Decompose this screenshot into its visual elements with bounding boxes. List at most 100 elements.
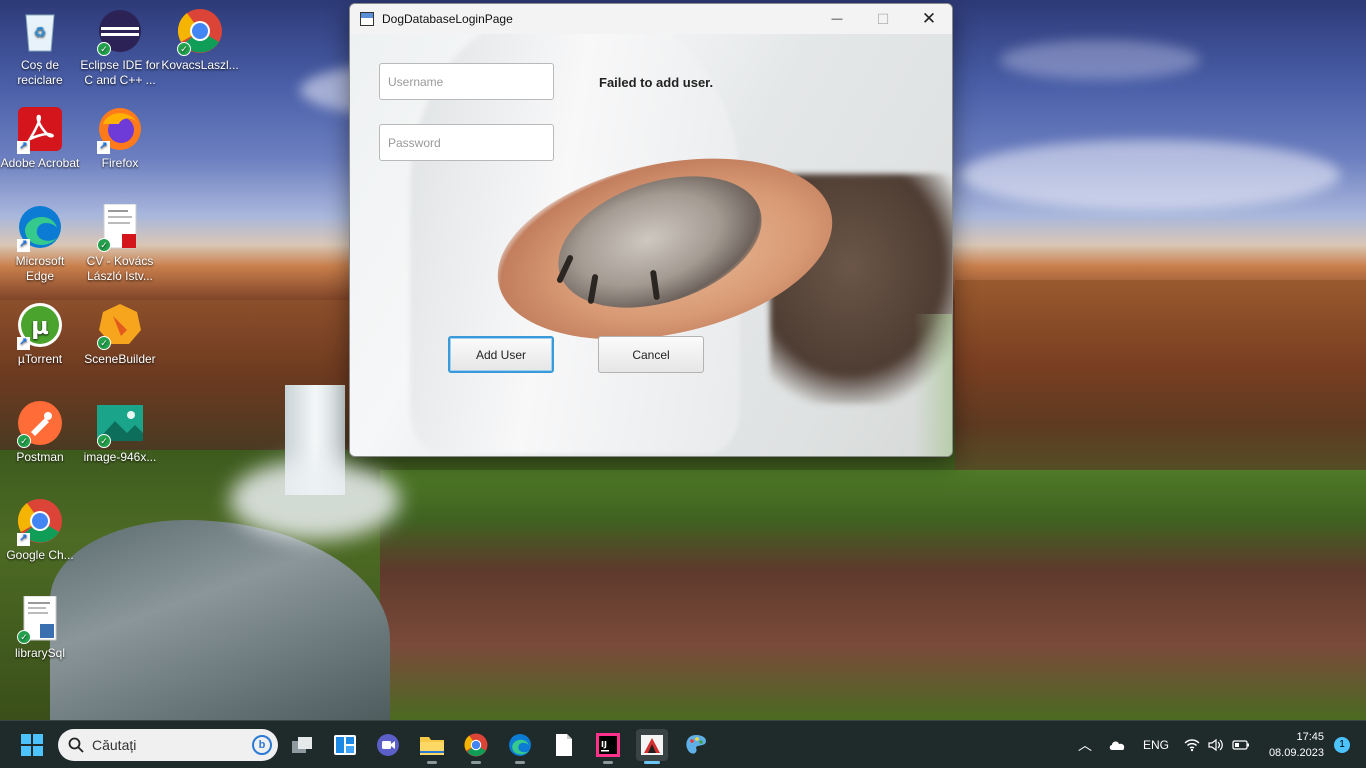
notification-badge[interactable]: 1 [1334,737,1350,753]
maximize-button[interactable]: ☐ [860,4,906,34]
shortcut-arrow-icon: ↗ [17,533,30,546]
taskbar-clock[interactable]: 17:45 08.09.2023 [1269,729,1324,761]
desktop-icon-postman[interactable]: ✓ Postman [0,400,80,465]
desktop-icon-label: Adobe Acrobat [0,156,80,170]
chrome-icon: ✓ [177,8,223,56]
svg-text:µ: µ [31,312,49,340]
desktop-icon-utorrent[interactable]: µ ↗ µTorrent [0,302,80,367]
shortcut-arrow-icon: ↗ [17,239,30,252]
taskbar-java-app[interactable] [636,729,668,764]
tray-battery[interactable] [1232,721,1250,768]
sql-file-icon: ✓ [17,596,63,644]
background-photo-edge [914,314,952,456]
desktop-icon-firefox[interactable]: ↗ Firefox [80,106,160,171]
close-icon: ✕ [921,9,937,28]
password-field[interactable] [379,124,554,161]
app-window: DogDatabaseLoginPage — ☐ ✕ Failed to add… [349,3,953,457]
desktop-icon-cv-pdf[interactable]: ✓ CV - Kovács László Istv... [80,204,160,284]
taskbar-widgets[interactable] [329,729,361,761]
eclipse-icon: ✓ [97,8,143,56]
clock-time: 17:45 [1296,731,1324,743]
tray-overflow-button[interactable]: ︿ [1078,721,1092,768]
sync-check-icon: ✓ [97,42,111,56]
taskbar-chrome[interactable] [460,729,492,764]
taskbar-intellij[interactable]: IJ [592,729,624,764]
desktop-icon-label: librarySql [14,646,65,660]
notepad-icon [556,734,572,756]
file-explorer-icon [420,737,444,755]
shortcut-arrow-icon: ↗ [17,141,30,154]
desktop-icon-label: µTorrent [17,352,63,366]
start-button[interactable] [16,729,48,761]
desktop-icon-eclipse[interactable]: ✓ Eclipse IDE for C and C++ ... [80,8,160,88]
widgets-icon [334,735,356,755]
desktop-icon-recycle-bin[interactable]: ♻ Coș de reciclare [0,8,80,88]
username-field[interactable] [379,63,554,100]
sync-check-icon: ✓ [17,434,31,448]
svg-text:IJ: IJ [601,740,607,749]
desktop-icon-scenebuilder[interactable]: ✓ SceneBuilder [80,302,160,367]
add-user-button[interactable]: Add User [448,336,554,373]
tray-network[interactable] [1184,721,1200,768]
teams-meet-icon [377,734,399,756]
svg-text:♻: ♻ [34,24,47,40]
onedrive-cloud-icon [1109,741,1125,750]
recycle-bin-icon: ♻ [17,8,63,54]
taskbar-notepad[interactable] [548,729,580,761]
taskbar-paint[interactable] [680,729,712,761]
minimize-icon: — [831,13,843,25]
desktop-icon-label: Coș de reciclare [17,58,63,87]
firefox-icon: ↗ [97,106,143,154]
pdf-document-icon: ✓ [97,204,143,252]
desktop-icon-acrobat[interactable]: ↗ Adobe Acrobat [0,106,80,171]
desktop-icon-google-chrome[interactable]: ↗ Google Ch... [0,498,80,563]
postman-icon: ✓ [17,400,63,448]
taskbar-teams-meet[interactable] [372,729,404,761]
taskbar-task-view[interactable] [286,729,318,761]
search-placeholder: Căutați [92,737,137,753]
intellij-icon: IJ [596,733,620,757]
sync-check-icon: ✓ [97,238,111,252]
taskbar-edge[interactable] [504,729,536,764]
sync-check-icon: ✓ [97,434,111,448]
desktop-icon-image-file[interactable]: ✓ image-946x... [80,400,160,465]
sync-check-icon: ✓ [97,336,111,350]
desktop-icon-label: SceneBuilder [84,352,156,366]
speaker-icon [1208,738,1223,752]
task-view-icon [292,737,312,753]
desktop-icon-edge[interactable]: ↗ Microsoft Edge [0,204,80,284]
chrome-icon: ↗ [17,498,63,546]
bing-icon: b [252,735,272,755]
window-title: DogDatabaseLoginPage [382,12,513,26]
cancel-button[interactable]: Cancel [598,336,704,373]
maximize-icon: ☐ [876,10,890,27]
close-button[interactable]: ✕ [906,4,952,34]
window-content: Failed to add user. Add User Cancel [350,34,952,456]
desktop-icon-label: Firefox [101,156,139,170]
window-titlebar[interactable]: DogDatabaseLoginPage — ☐ ✕ [350,4,952,34]
chevron-up-icon: ︿ [1078,737,1092,753]
utorrent-icon: µ ↗ [17,302,63,350]
desktop-icon-kovacs-chrome[interactable]: ✓ KovacsLaszl... [160,8,240,73]
taskbar: Căutați b IJ ︿ ENG 17:45 08.09.2023 1 [0,720,1366,768]
battery-icon [1232,740,1249,750]
desktop-icon-label: image-946x... [83,450,157,464]
search-icon [68,737,84,753]
tray-onedrive[interactable] [1108,721,1126,768]
desktop-icon-label: KovacsLaszl... [161,58,239,72]
taskbar-file-explorer[interactable] [416,729,448,764]
desktop-icon-label: Google Ch... [6,548,74,562]
chrome-icon [464,733,488,757]
image-file-icon: ✓ [97,400,143,448]
tray-volume[interactable] [1208,721,1224,768]
tray-language[interactable]: ENG [1143,721,1169,768]
shortcut-arrow-icon: ↗ [97,141,110,154]
minimize-button[interactable]: — [814,4,860,34]
desktop-icon-label: Eclipse IDE for C and C++ ... [80,58,160,87]
edge-icon [509,734,531,756]
clock-date: 08.09.2023 [1268,747,1324,759]
sync-check-icon: ✓ [17,630,31,644]
scenebuilder-icon: ✓ [97,302,143,350]
taskbar-search[interactable]: Căutați b [58,729,278,761]
desktop-icon-librarysql[interactable]: ✓ librarySql [0,596,80,661]
